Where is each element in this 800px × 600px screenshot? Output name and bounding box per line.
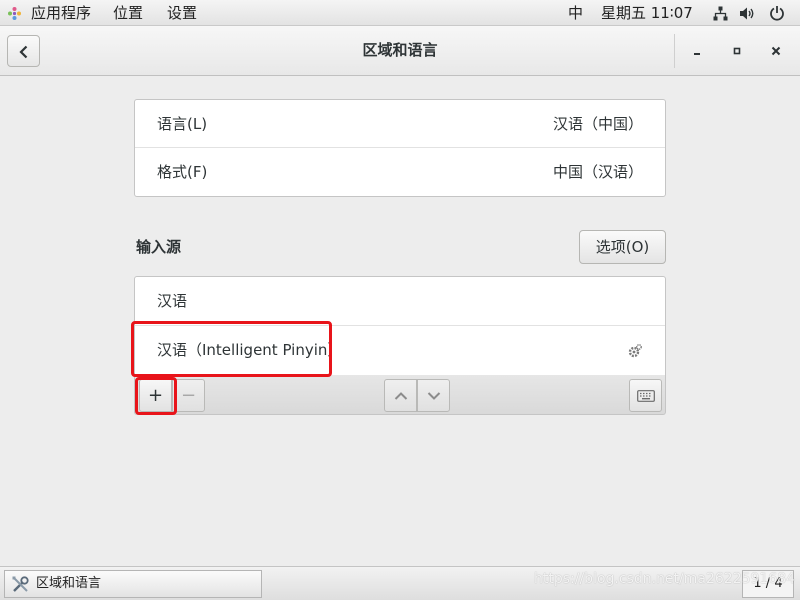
header-separator — [674, 34, 675, 68]
taskbar-window-label: 区域和语言 — [36, 576, 102, 591]
chevron-up-icon — [394, 391, 407, 400]
network-icon[interactable] — [713, 6, 728, 21]
formats-label: 格式(F) — [157, 163, 208, 181]
input-sources-toolbar: + − — [134, 375, 666, 415]
watermark: https://blog.csdn.net/ma2622591684 — [534, 571, 796, 587]
header-bar: 区域和语言 — [0, 26, 800, 76]
close-icon — [771, 46, 781, 56]
top-bar: 应用程序 位置 设置 中 星期五 11∶07 — [0, 0, 800, 26]
move-up-button[interactable] — [384, 379, 417, 412]
language-panel: 语言(L) 汉语（中国） 格式(F) 中国（汉语） — [134, 99, 666, 197]
gear-icon[interactable] — [627, 343, 643, 359]
settings-tools-icon — [12, 576, 29, 592]
formats-value: 中国（汉语） — [552, 163, 643, 181]
input-sources-heading: 输入源 — [136, 238, 182, 256]
input-method-indicator[interactable]: 中 — [568, 0, 583, 26]
chevron-down-icon — [427, 391, 440, 400]
keyboard-layout-button[interactable] — [629, 379, 662, 412]
language-value: 汉语（中国） — [552, 115, 643, 133]
input-source-label: 汉语 — [157, 292, 188, 310]
input-source-item[interactable]: 汉语 — [135, 277, 665, 326]
settings-menu[interactable]: 设置 — [167, 0, 197, 26]
minimize-button[interactable] — [684, 38, 710, 64]
clock[interactable]: 星期五 11∶07 — [601, 0, 693, 26]
power-icon[interactable] — [769, 5, 785, 21]
formats-row[interactable]: 格式(F) 中国（汉语） — [135, 148, 665, 196]
close-button[interactable] — [763, 38, 789, 64]
taskbar-window-button[interactable]: 区域和语言 — [4, 570, 262, 598]
options-button[interactable]: 选项(O) — [579, 230, 666, 264]
highlight-box — [135, 377, 177, 415]
applications-menu[interactable]: 应用程序 — [31, 0, 91, 26]
places-menu[interactable]: 位置 — [113, 0, 143, 26]
language-label: 语言(L) — [157, 115, 208, 133]
activities-icon[interactable] — [7, 6, 22, 21]
move-down-button[interactable] — [417, 379, 450, 412]
keyboard-icon — [636, 389, 655, 402]
window-title: 区域和语言 — [362, 41, 438, 59]
maximize-icon — [733, 47, 741, 55]
minimize-icon — [694, 53, 700, 55]
maximize-button[interactable] — [724, 38, 750, 64]
highlight-box — [131, 321, 332, 377]
language-row[interactable]: 语言(L) 汉语（中国） — [135, 100, 665, 148]
volume-icon[interactable] — [739, 6, 756, 21]
